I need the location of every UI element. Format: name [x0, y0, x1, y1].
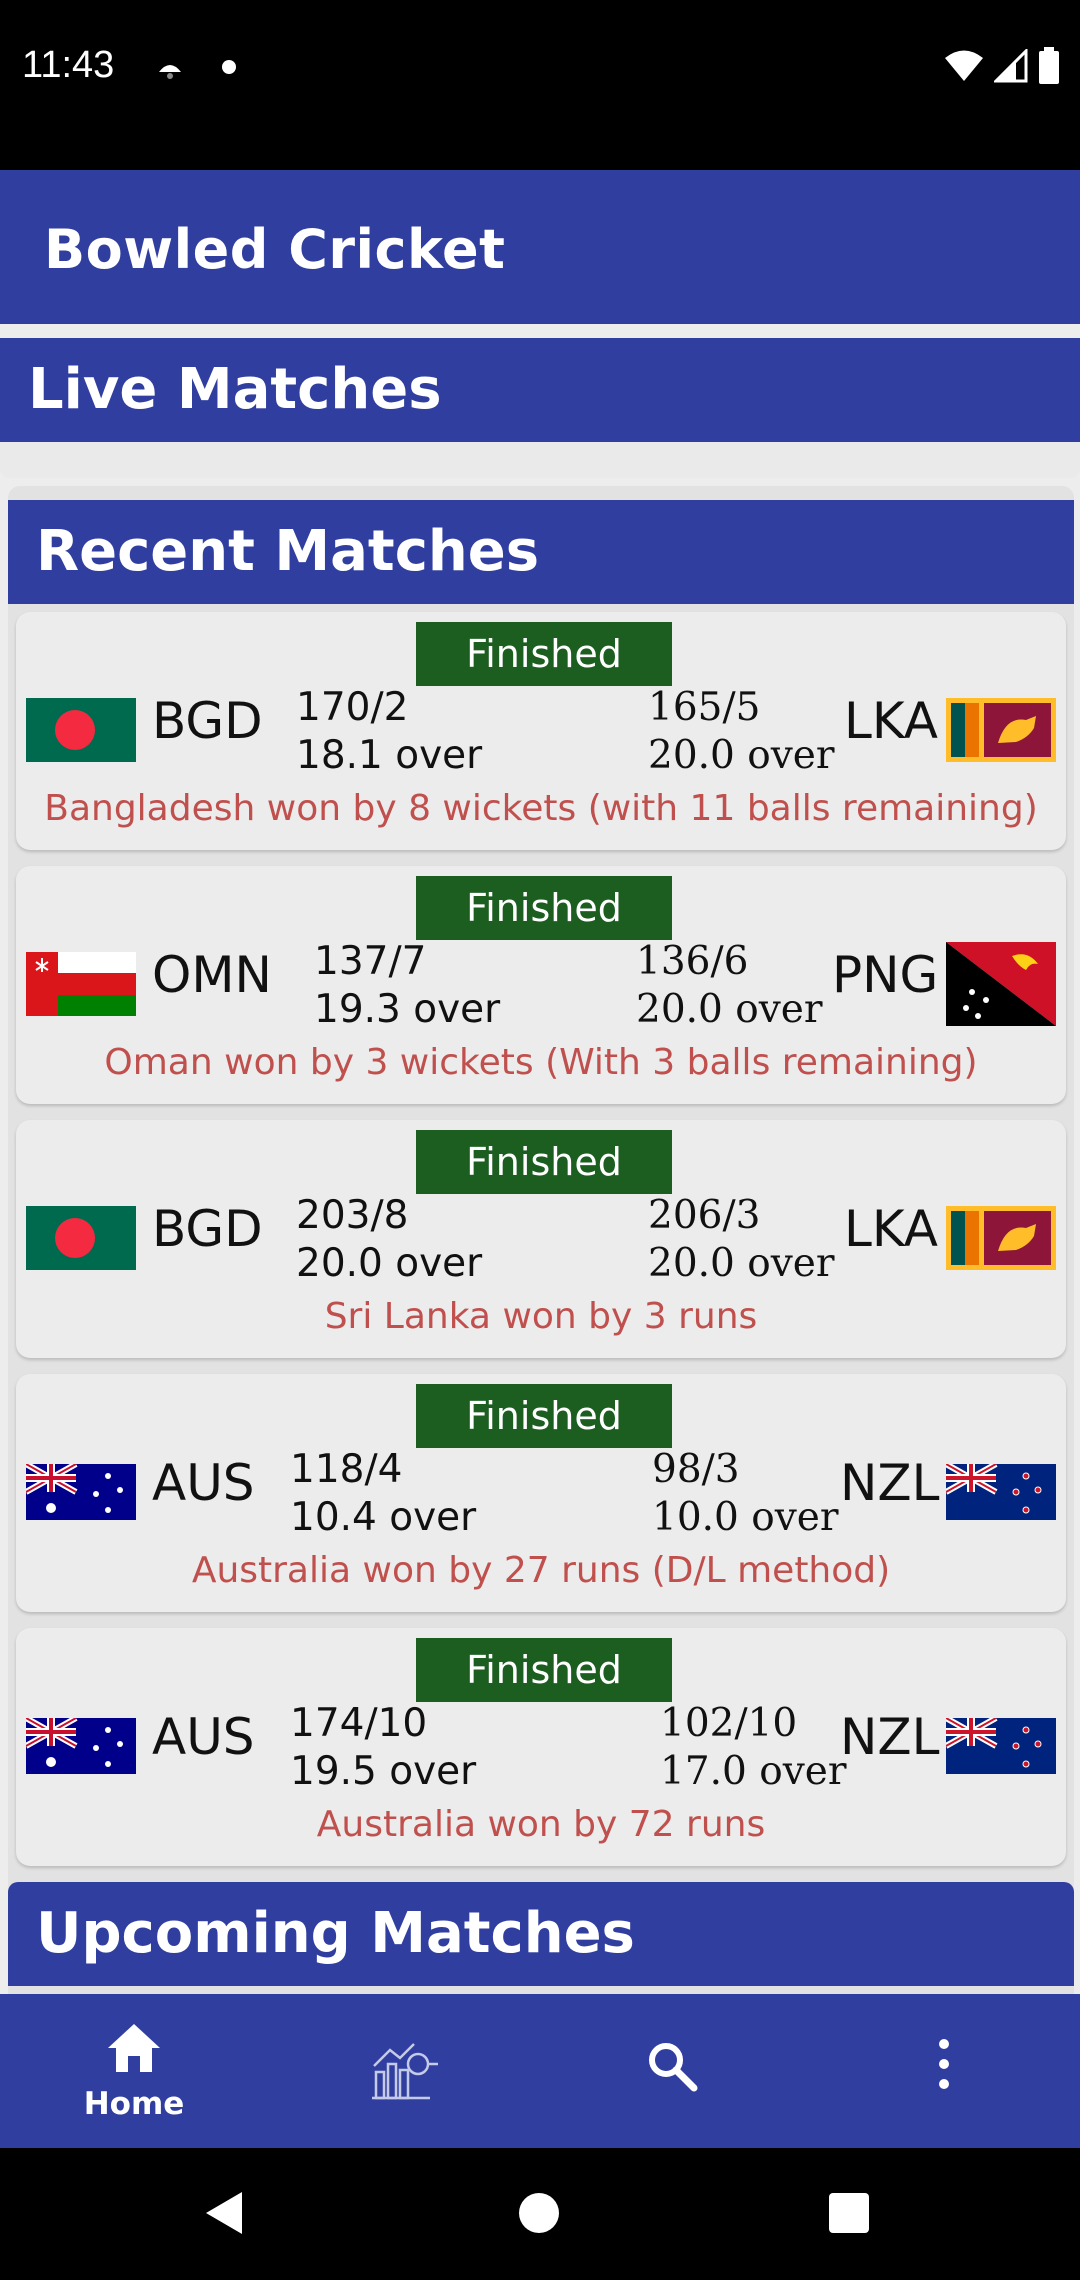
team2-overs: 17.0 over: [660, 1749, 847, 1794]
bangladesh-flag-icon: [26, 698, 136, 762]
match-card[interactable]: Finished OMN 137/7 19.3 over 136/6 20.0 …: [16, 866, 1066, 1104]
team1-code: OMN: [152, 946, 272, 1004]
more-icon: [939, 2039, 949, 2089]
team2-code: PNG: [832, 946, 939, 1004]
team2-code: NZL: [840, 1708, 940, 1766]
sri-lanka-flag-icon: [946, 1206, 1056, 1270]
stats-icon: [372, 2043, 438, 2100]
team2-overs: 20.0 over: [648, 733, 835, 778]
system-nav-bar: [0, 2148, 1080, 2280]
team2-overs: 20.0 over: [636, 987, 823, 1032]
team1-code: AUS: [152, 1708, 255, 1766]
team2-score-block: 206/3 20.0 over: [648, 1192, 834, 1288]
nav-home-label: Home: [83, 2086, 185, 2122]
team2-score: 98/3: [652, 1447, 740, 1492]
team2-score: 136/6: [636, 939, 749, 984]
status-bar: 11:43: [0, 0, 1080, 170]
app-bar: Bowled Cricket: [0, 170, 1080, 324]
match-status-badge: Finished: [416, 1130, 672, 1194]
match-card[interactable]: Finished BGD 203/8 20.0 over 206/3 20.0 …: [16, 1120, 1066, 1358]
oman-flag-icon: [26, 952, 136, 1016]
team1-overs: 20.0 over: [296, 1241, 483, 1286]
team2-score-block: 98/3 10.0 over: [652, 1446, 838, 1542]
team1-overs: 19.5 over: [290, 1749, 477, 1794]
nav-stats[interactable]: [314, 1994, 494, 2148]
team1-code: AUS: [152, 1454, 255, 1512]
bangladesh-flag-icon: [26, 1206, 136, 1270]
notification-icon: [159, 65, 181, 79]
upcoming-matches-header: Upcoming Matches: [8, 1882, 1074, 1986]
back-icon[interactable]: [204, 2190, 244, 2236]
match-card[interactable]: Finished AUS 174/10 19.5 over 102/10 17.…: [16, 1628, 1066, 1866]
team2-code: LKA: [844, 692, 938, 750]
new-zealand-flag-icon: [946, 1718, 1056, 1774]
team1-score: 174/10: [290, 1701, 428, 1746]
match-status-badge: Finished: [416, 622, 672, 686]
team2-score-block: 165/5 20.0 over: [648, 684, 834, 780]
team1-code: BGD: [152, 1200, 263, 1258]
recents-icon[interactable]: [828, 2192, 870, 2234]
sri-lanka-flag-icon: [946, 698, 1056, 762]
match-result: Oman won by 3 wickets (With 3 balls rema…: [104, 1042, 978, 1083]
match-result: Bangladesh won by 8 wickets (with 11 bal…: [44, 788, 1038, 829]
new-zealand-flag-icon: [946, 1464, 1056, 1520]
recent-matches-card: Recent Matches Finished BGD 170/2 18.1 o…: [8, 486, 1074, 1994]
team1-overs: 10.4 over: [290, 1495, 477, 1540]
app-title: Bowled Cricket: [44, 218, 506, 281]
team1-score: 203/8: [296, 1193, 409, 1238]
match-card[interactable]: Finished BGD 170/2 18.1 over 165/5 20.0 …: [16, 612, 1066, 850]
match-status-badge: Finished: [416, 1384, 672, 1448]
live-matches-card: Live Matches: [0, 338, 1080, 478]
team2-score: 165/5: [648, 685, 761, 730]
match-result: Australia won by 27 runs (D/L method): [191, 1550, 891, 1591]
papua-new-guinea-flag-icon: [946, 942, 1056, 1026]
nav-more[interactable]: [854, 1994, 1034, 2148]
match-status-badge: Finished: [416, 876, 672, 940]
team1-code: BGD: [152, 692, 263, 750]
recent-matches-header: Recent Matches: [8, 500, 1074, 604]
wifi-icon: [945, 50, 983, 81]
team2-score: 102/10: [660, 1701, 798, 1746]
match-result: Australia won by 72 runs: [316, 1804, 766, 1845]
australia-flag-icon: [26, 1464, 136, 1520]
home-icon: [108, 2024, 160, 2072]
match-result: Sri Lanka won by 3 runs: [324, 1296, 758, 1337]
nav-home[interactable]: Home: [44, 1994, 224, 2148]
search-icon: [649, 2043, 698, 2092]
team2-score-block: 102/10 17.0 over: [660, 1700, 846, 1796]
nav-search[interactable]: [584, 1994, 764, 2148]
team2-score-block: 136/6 20.0 over: [636, 938, 822, 1034]
team1-score-block: 170/2 18.1 over: [296, 684, 482, 780]
team1-score: 170/2: [296, 685, 409, 730]
team2-code: NZL: [840, 1454, 940, 1512]
notification-dot-icon: [222, 60, 236, 74]
team2-code: LKA: [844, 1200, 938, 1258]
team1-score-block: 203/8 20.0 over: [296, 1192, 482, 1288]
status-icons: [944, 46, 1060, 86]
team1-score-block: 118/4 10.4 over: [290, 1446, 476, 1542]
signal-icon: [994, 49, 1028, 83]
team1-score-block: 137/7 19.3 over: [314, 938, 500, 1034]
australia-flag-icon: [26, 1718, 136, 1774]
match-status-badge: Finished: [416, 1638, 672, 1702]
team1-overs: 19.3 over: [314, 987, 501, 1032]
team1-score: 118/4: [290, 1447, 403, 1492]
team1-score-block: 174/10 19.5 over: [290, 1700, 476, 1796]
battery-icon: [1039, 47, 1059, 84]
team2-score: 206/3: [648, 1193, 761, 1238]
home-button-icon[interactable]: [518, 2192, 560, 2234]
main-content[interactable]: Live Matches Recent Matches Finished BGD…: [0, 324, 1080, 1994]
team2-overs: 10.0 over: [652, 1495, 839, 1540]
team1-score: 137/7: [314, 939, 427, 984]
live-matches-header: Live Matches: [0, 338, 1080, 442]
team1-overs: 18.1 over: [296, 733, 483, 778]
bottom-nav: Home: [0, 1994, 1080, 2148]
match-card[interactable]: Finished AUS 118/4 10.4 over 98/3 10.0 o…: [16, 1374, 1066, 1612]
team2-overs: 20.0 over: [648, 1241, 835, 1286]
phone-screen: 11:43 Bowled Cricket Live Matches Recent…: [0, 0, 1080, 2280]
status-time: 11:43: [22, 44, 115, 86]
